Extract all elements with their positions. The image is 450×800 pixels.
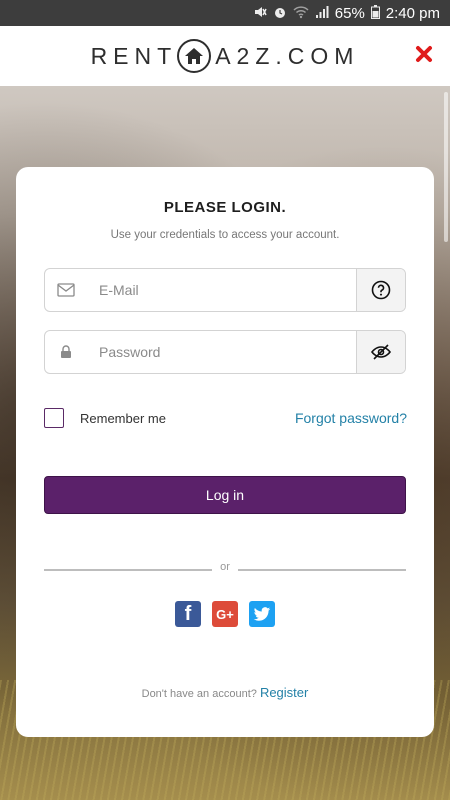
mute-icon bbox=[253, 5, 267, 22]
password-input[interactable] bbox=[87, 331, 356, 373]
remember-me-checkbox[interactable] bbox=[44, 408, 64, 428]
twitter-icon bbox=[253, 606, 271, 621]
divider-text: or bbox=[220, 561, 230, 573]
brand-logo: RENT A2Z.COM bbox=[0, 26, 450, 86]
login-button[interactable]: Log in bbox=[44, 476, 406, 514]
status-bar: 65% 2:40 pm bbox=[0, 0, 450, 26]
email-help-button[interactable] bbox=[356, 269, 405, 311]
social-login-row: f G+ bbox=[16, 601, 434, 627]
or-divider: or bbox=[44, 561, 406, 575]
register-prompt: Don't have an account? Register bbox=[16, 685, 434, 700]
password-field bbox=[44, 330, 406, 374]
home-icon bbox=[177, 39, 212, 73]
scrollbar[interactable] bbox=[444, 92, 448, 242]
page-subtitle: Use your credentials to access your acco… bbox=[110, 229, 340, 241]
battery-icon bbox=[370, 4, 380, 22]
twitter-login-button[interactable] bbox=[249, 601, 275, 627]
email-input[interactable] bbox=[87, 269, 356, 311]
facebook-login-button[interactable]: f bbox=[175, 601, 201, 627]
page-title: PLEASE LOGIN. bbox=[163, 199, 287, 216]
google-login-button[interactable]: G+ bbox=[212, 601, 238, 627]
alarm-icon bbox=[273, 5, 287, 22]
signal-icon bbox=[315, 5, 329, 22]
forgot-password-link[interactable]: Forgot password? bbox=[295, 410, 407, 426]
email-field bbox=[44, 268, 406, 312]
clock: 2:40 pm bbox=[385, 4, 440, 22]
wifi-icon bbox=[293, 5, 309, 22]
brand-text-right: A2Z.COM bbox=[215, 42, 360, 69]
facebook-icon: f bbox=[184, 602, 192, 625]
remember-me-row: Remember me bbox=[44, 408, 166, 428]
lock-icon bbox=[45, 331, 87, 373]
battery-percent: 65% bbox=[334, 4, 365, 22]
close-icon bbox=[416, 46, 432, 62]
close-button[interactable] bbox=[412, 43, 436, 67]
app-header: RENT A2Z.COM bbox=[0, 26, 450, 86]
eye-slash-icon bbox=[371, 344, 391, 360]
brand-text-left: RENT bbox=[90, 42, 178, 69]
register-link[interactable]: Register bbox=[260, 685, 308, 700]
login-card: PLEASE LOGIN. Use your credentials to ac… bbox=[16, 167, 434, 737]
question-icon bbox=[371, 280, 391, 300]
divider-line-right bbox=[238, 569, 406, 571]
remember-me-label: Remember me bbox=[80, 410, 166, 426]
envelope-icon bbox=[45, 269, 87, 311]
toggle-password-visibility-button[interactable] bbox=[356, 331, 405, 373]
register-prompt-text: Don't have an account? bbox=[141, 688, 257, 700]
google-plus-icon: G+ bbox=[216, 606, 234, 622]
